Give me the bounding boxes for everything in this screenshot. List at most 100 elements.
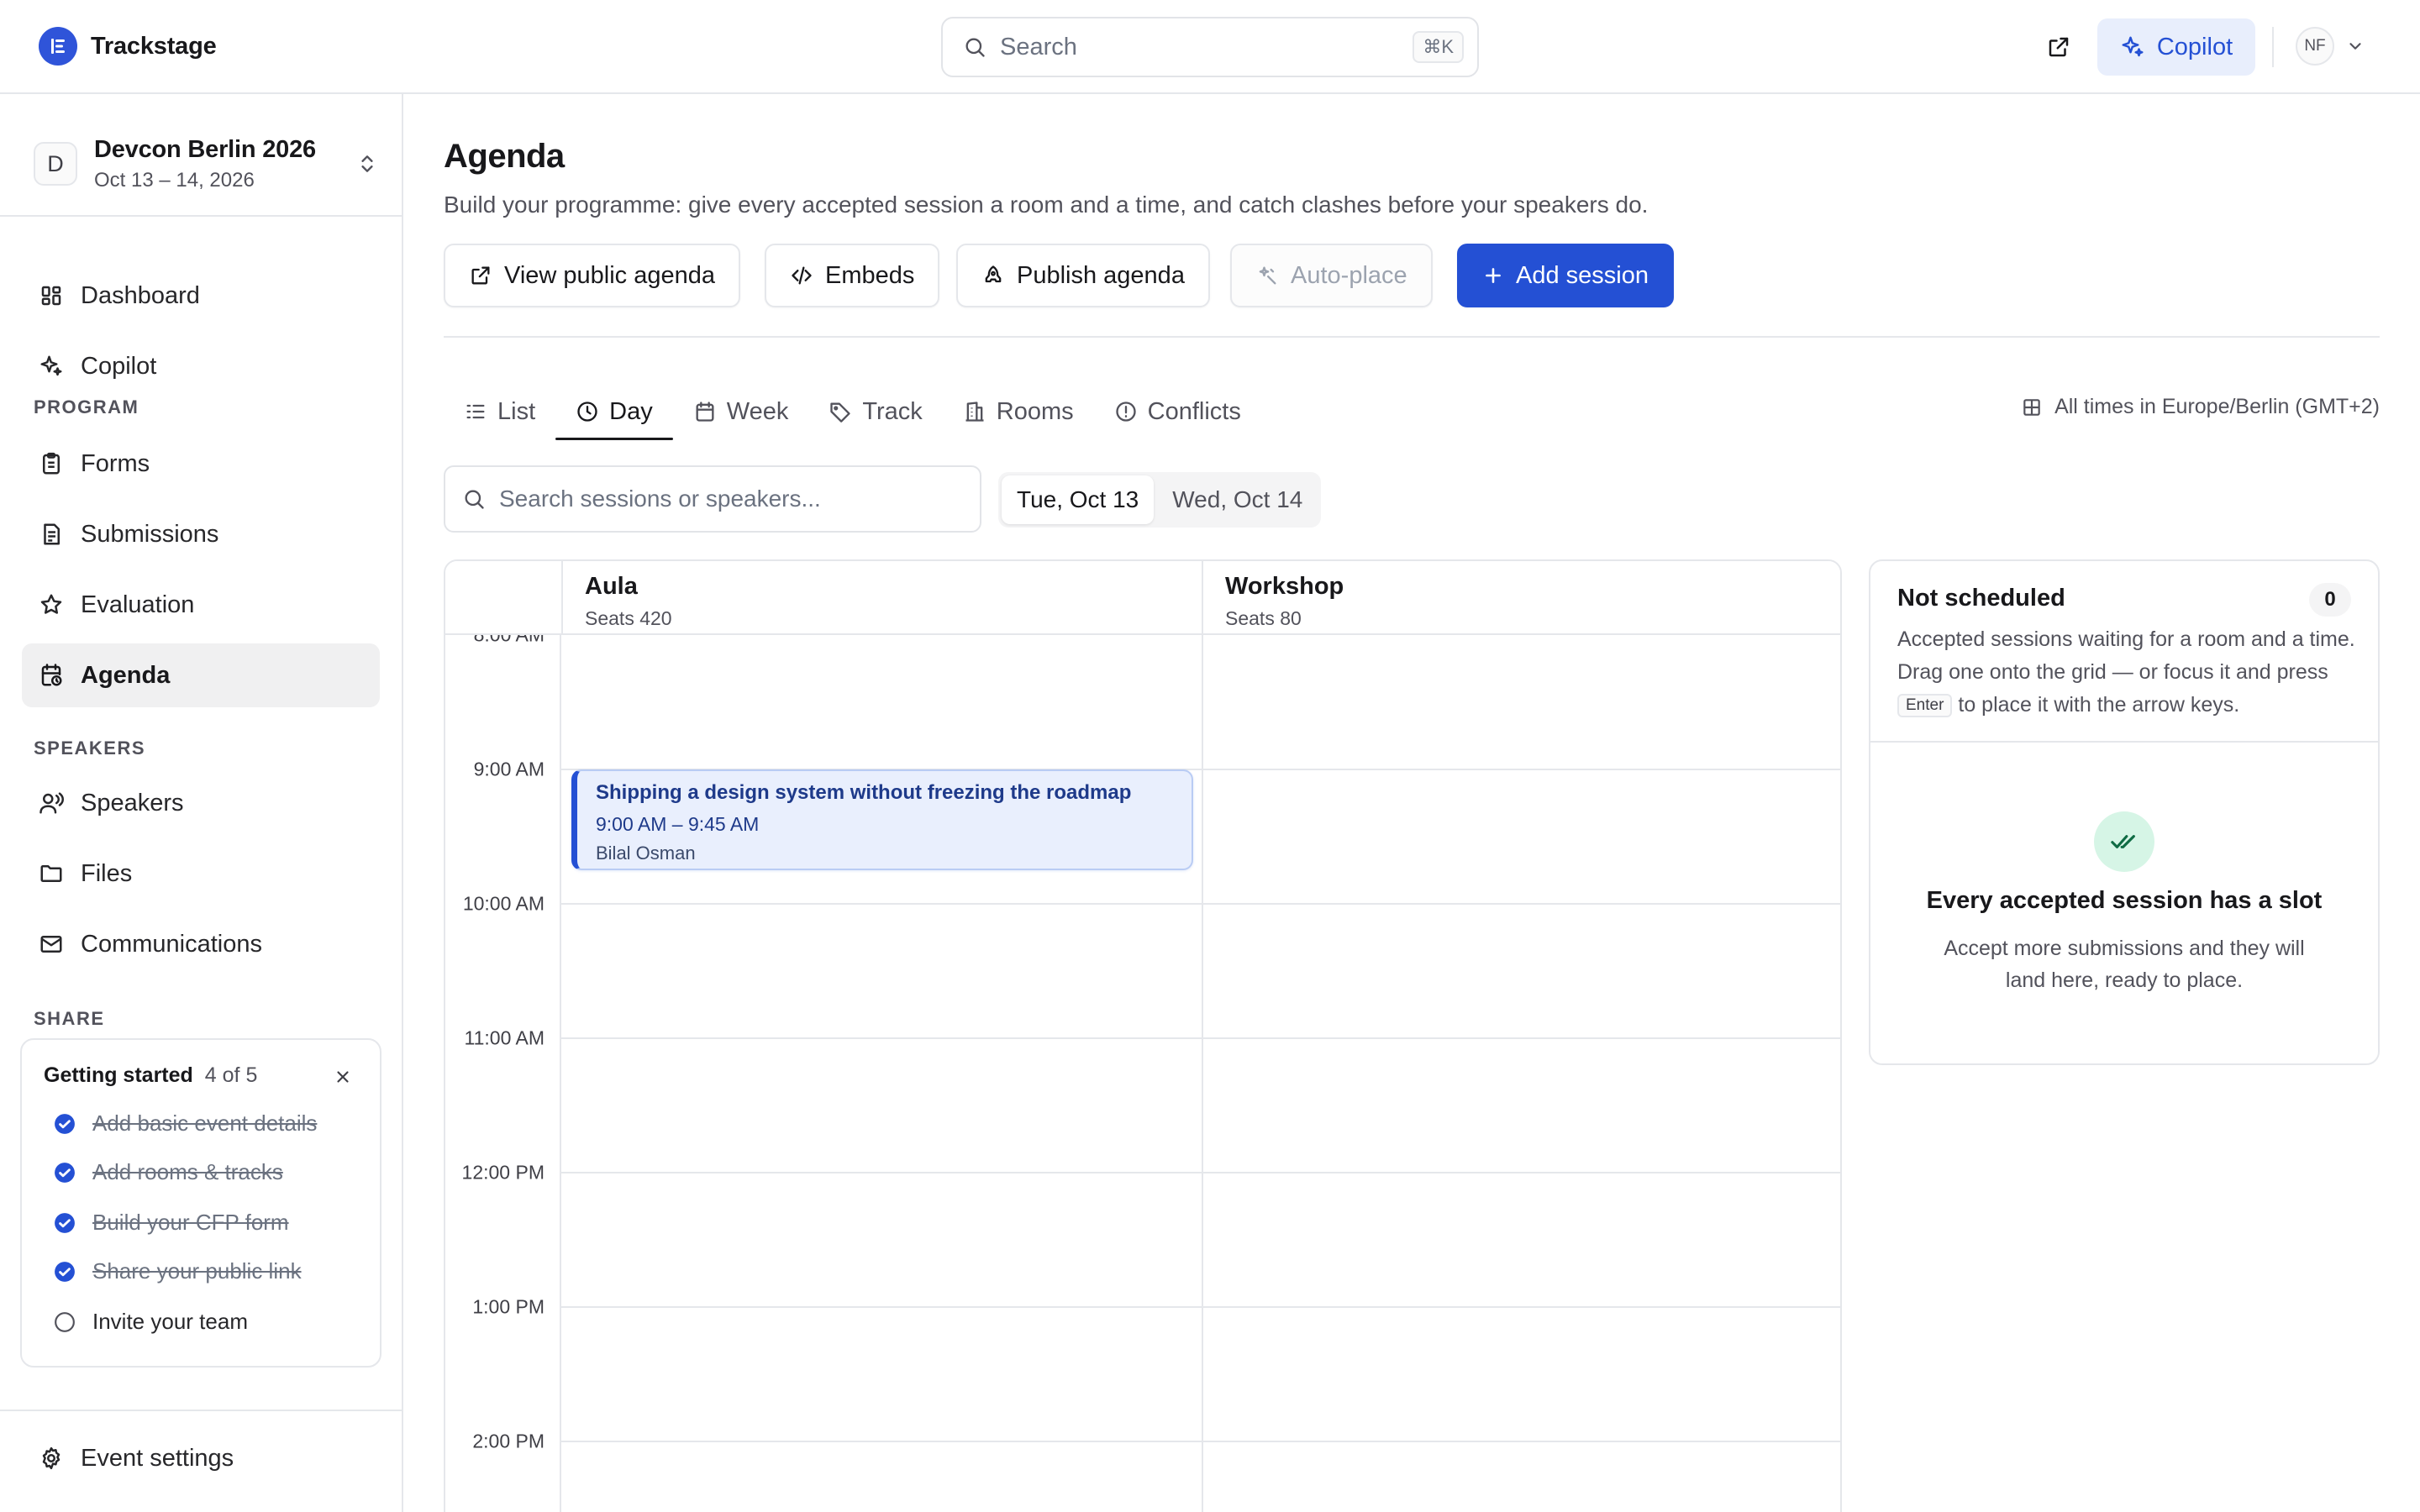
event-dates: Oct 13 – 14, 2026 xyxy=(94,168,255,192)
sidebar-item-label: Submissions xyxy=(81,520,219,548)
sparkle-icon xyxy=(39,354,64,379)
tab-rooms[interactable]: Rooms xyxy=(943,383,1094,440)
checklist-item[interactable]: Add rooms & tracks xyxy=(54,1159,283,1185)
tab-conflicts[interactable]: Conflicts xyxy=(1094,383,1261,440)
tab-label: Rooms xyxy=(996,397,1074,425)
global-search-placeholder: Search xyxy=(1000,33,1077,60)
sidebar-item-forms[interactable]: Forms xyxy=(22,432,380,496)
hour-label: 2:00 PM xyxy=(472,1430,544,1452)
hour-gridline xyxy=(561,1441,1840,1442)
room-name: Workshop xyxy=(1225,573,1344,600)
chevron-down-icon xyxy=(2346,37,2365,55)
publish-agenda-button[interactable]: Publish agenda xyxy=(956,244,1210,307)
session-block[interactable]: Shipping a design system without freezin… xyxy=(571,769,1193,870)
close-icon xyxy=(334,1068,352,1086)
event-switcher[interactable]: D Devcon Berlin 2026 Oct 13 – 14, 2026 xyxy=(34,128,378,200)
hour-gridline xyxy=(561,903,1840,905)
sidebar-item-communications[interactable]: Communications xyxy=(22,912,380,976)
mail-icon xyxy=(39,932,64,957)
checklist-item[interactable]: Invite your team xyxy=(54,1309,248,1335)
session-time: 9:00 AM – 9:45 AM xyxy=(596,813,760,835)
chevron-up-down-icon xyxy=(356,153,378,175)
description-text: Accepted sessions waiting for a room and… xyxy=(1897,627,2355,684)
sidebar-item-evaluation[interactable]: Evaluation xyxy=(22,573,380,637)
checklist-item-label: Add basic event details xyxy=(92,1110,318,1136)
tag-icon xyxy=(829,400,852,423)
view-tabs: List Day Week Track Rooms Conflicts xyxy=(444,383,1261,440)
dashboard-icon xyxy=(39,283,64,308)
checklist-item[interactable]: Add basic event details xyxy=(54,1110,317,1137)
grid-icon xyxy=(2021,396,2043,418)
document-list-icon xyxy=(39,522,64,547)
timezone-indicator: All times in Europe/Berlin (GMT+2) xyxy=(2021,395,2380,419)
brand[interactable]: Trackstage xyxy=(39,27,217,66)
tab-track[interactable]: Track xyxy=(808,383,942,440)
external-link-icon xyxy=(2046,34,2071,60)
day-option-wed[interactable]: Wed, Oct 14 xyxy=(1157,475,1318,524)
section-speakers: SPEAKERS xyxy=(34,738,146,759)
global-search[interactable]: Search ⌘K xyxy=(941,17,1479,77)
topbar-divider xyxy=(2272,27,2274,67)
user-menu[interactable]: NF xyxy=(2296,27,2365,66)
empty-state-subtitle: Accept more submissions and they will la… xyxy=(1944,937,2305,992)
hour-gridline xyxy=(561,1306,1840,1308)
day-option-tue[interactable]: Tue, Oct 13 xyxy=(1002,475,1155,524)
enter-key-badge: Enter xyxy=(1897,694,1953,717)
checklist-item-label: Add rooms & tracks xyxy=(92,1159,283,1184)
tab-list[interactable]: List xyxy=(444,383,555,440)
add-session-button[interactable]: Add session xyxy=(1457,244,1674,307)
sidebar-item-files[interactable]: Files xyxy=(22,842,380,906)
button-label: View public agenda xyxy=(504,261,715,289)
getting-started-header: Getting started 4 of 5 xyxy=(44,1063,257,1088)
sidebar-item-agenda[interactable]: Agenda xyxy=(22,643,380,707)
getting-started-card: Getting started 4 of 5 Add basic event d… xyxy=(20,1038,381,1368)
building-icon xyxy=(963,400,986,423)
alert-circle-icon xyxy=(1114,400,1138,423)
sidebar-item-submissions[interactable]: Submissions xyxy=(22,502,380,566)
sidebar-item-event-settings[interactable]: Event settings xyxy=(22,1426,380,1490)
tab-label: Conflicts xyxy=(1147,397,1241,425)
search-icon xyxy=(462,487,486,511)
trackstage-logo-icon xyxy=(39,27,77,66)
code-icon xyxy=(790,264,813,287)
sidebar-item-speakers[interactable]: Speakers xyxy=(22,771,380,835)
open-external-button[interactable] xyxy=(2040,29,2077,66)
copilot-button[interactable]: Copilot xyxy=(2097,18,2255,76)
column-divider xyxy=(1840,635,1842,1512)
folder-icon xyxy=(39,861,64,886)
session-search[interactable] xyxy=(444,465,981,533)
search-shortcut-badge: ⌘K xyxy=(1413,31,1464,63)
tab-day[interactable]: Day xyxy=(555,383,673,440)
getting-started-progress: 4 of 5 xyxy=(204,1063,258,1087)
view-public-agenda-button[interactable]: View public agenda xyxy=(444,244,740,307)
column-divider xyxy=(1202,635,1203,1512)
session-search-input[interactable] xyxy=(499,486,970,512)
room-seats: Seats 420 xyxy=(585,607,672,629)
tab-week[interactable]: Week xyxy=(673,383,809,440)
empty-circle-icon xyxy=(54,1311,76,1333)
checklist-item[interactable]: Share your public link xyxy=(54,1258,302,1284)
sidebar-item-label: Dashboard xyxy=(81,281,200,309)
panel-divider xyxy=(1870,741,2378,743)
event-info: Devcon Berlin 2026 Oct 13 – 14, 2026 xyxy=(94,136,339,192)
check-circle-icon xyxy=(54,1261,76,1283)
tab-label: List xyxy=(497,397,536,425)
check-circle-icon xyxy=(54,1212,76,1234)
actions-divider xyxy=(444,336,2380,338)
event-badge: D xyxy=(34,142,77,186)
sidebar-item-label: Files xyxy=(81,859,133,887)
sidebar-item-label: Speakers xyxy=(81,789,184,816)
auto-place-button[interactable]: Auto-place xyxy=(1230,244,1433,307)
sidebar-item-copilot[interactable]: Copilot xyxy=(22,334,380,398)
not-scheduled-title: Not scheduled xyxy=(1897,585,2065,612)
hour-label: 1:00 PM xyxy=(472,1295,544,1318)
gear-icon xyxy=(39,1446,64,1471)
dismiss-getting-started-button[interactable] xyxy=(329,1063,356,1090)
sidebar-item-dashboard[interactable]: Dashboard xyxy=(22,264,380,328)
embeds-button[interactable]: Embeds xyxy=(765,244,940,307)
checklist-item[interactable]: Build your CFP form xyxy=(54,1210,289,1236)
hour-label: 12:00 PM xyxy=(461,1161,544,1184)
grid-body[interactable]: 8:00 AM 9:00 AM 10:00 AM 11:00 AM 12:00 … xyxy=(445,624,1842,1512)
sidebar-item-label: Copilot xyxy=(81,352,157,380)
button-label: Embeds xyxy=(825,261,915,289)
